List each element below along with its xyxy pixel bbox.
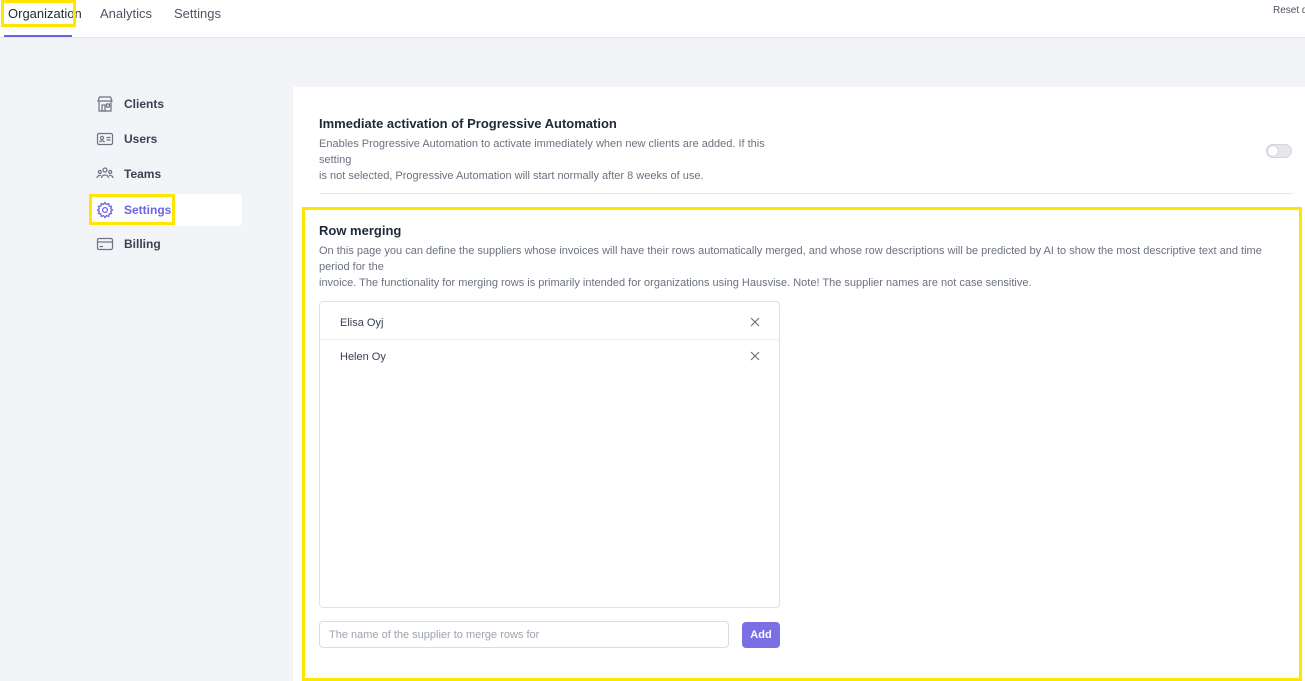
progressive-automation-title: Immediate activation of Progressive Auto… — [319, 116, 617, 131]
list-item: Helen Oy — [320, 340, 779, 374]
description-line: On this page you can define the supplier… — [319, 245, 1262, 273]
sidebar-item-label: Settings — [124, 203, 172, 217]
description-line: Enables Progressive Automation to activa… — [319, 138, 765, 166]
credit-card-icon — [96, 235, 114, 253]
row-merging-title: Row merging — [319, 223, 402, 238]
tab-analytics[interactable]: Analytics — [96, 0, 156, 37]
list-item: Elisa Oyj — [320, 306, 779, 340]
sidebar-item-label: Clients — [124, 97, 165, 111]
supplier-list: Elisa Oyj Helen Oy — [319, 301, 780, 608]
sidebar-item-teams[interactable]: Teams — [90, 158, 242, 190]
supplier-name-input[interactable] — [319, 621, 729, 648]
row-merging-description: On this page you can define the supplier… — [319, 243, 1295, 291]
top-navigation: Organization Analytics Settings Reset de… — [0, 0, 1305, 38]
add-button[interactable]: Add — [742, 622, 780, 648]
store-icon — [96, 95, 114, 113]
tab-settings[interactable]: Settings — [170, 0, 225, 37]
sidebar-item-users[interactable]: Users — [90, 123, 242, 155]
reset-defaults-link[interactable]: Reset defaults — [1273, 5, 1305, 16]
tab-organization[interactable]: Organization — [4, 0, 82, 37]
id-card-icon — [96, 130, 114, 148]
toggle-knob — [1268, 146, 1278, 156]
sidebar-item-billing[interactable]: Billing — [90, 228, 242, 260]
sidebar-item-settings[interactable]: Settings — [90, 194, 242, 226]
sidebar-item-label: Billing — [124, 237, 161, 251]
close-icon[interactable] — [749, 316, 761, 328]
supplier-name: Elisa Oyj — [340, 316, 384, 329]
sidebar-item-label: Teams — [124, 167, 162, 181]
close-icon[interactable] — [749, 350, 761, 362]
description-line: is not selected, Progressive Automation … — [319, 170, 704, 182]
description-line: invoice. The functionality for merging r… — [319, 277, 1032, 289]
sidebar-item-label: Users — [124, 132, 158, 146]
gear-icon — [96, 201, 114, 219]
progressive-automation-toggle[interactable] — [1266, 144, 1292, 158]
section-divider — [319, 193, 1293, 194]
progressive-automation-description: Enables Progressive Automation to activa… — [319, 136, 799, 184]
team-icon — [96, 165, 114, 183]
sidebar-item-clients[interactable]: Clients — [90, 88, 242, 120]
supplier-name: Helen Oy — [340, 351, 386, 363]
